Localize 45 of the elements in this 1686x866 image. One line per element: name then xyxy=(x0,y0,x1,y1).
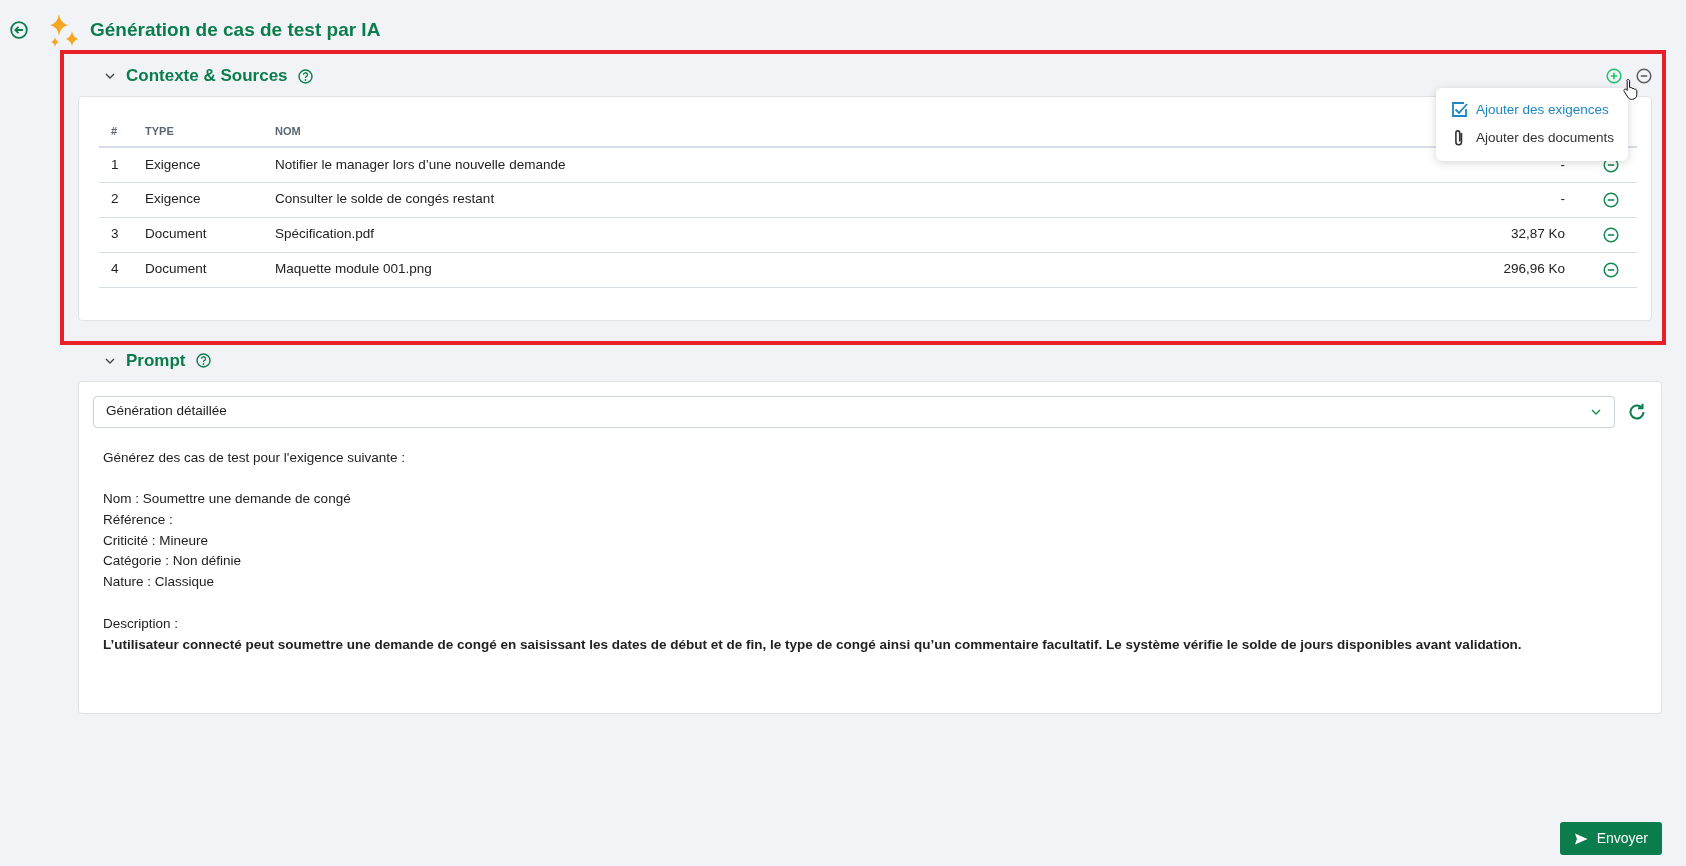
table-cell: 32,87 Ko xyxy=(1510,226,1565,242)
column-header: NOM xyxy=(275,125,301,138)
menu-item[interactable]: Ajouter des exigences xyxy=(1435,96,1623,125)
table-cell: - xyxy=(1560,156,1565,172)
prompt-text: Nom : Soumettre une demande de congé xyxy=(103,490,352,509)
table-cell: Maquette module 001.png xyxy=(275,261,432,277)
table-cell: Spécification.pdf xyxy=(275,226,375,242)
send-icon xyxy=(1573,831,1588,846)
table-cell: - xyxy=(1560,191,1565,207)
table-cell: 3 xyxy=(111,226,119,242)
refresh-icon[interactable] xyxy=(1627,401,1647,422)
table-cell: Consulter le solde de congés restant xyxy=(275,191,495,207)
prompt-text: Référence : xyxy=(103,510,174,529)
table-cell: 4 xyxy=(111,261,119,277)
column-header: TYPE xyxy=(145,125,174,138)
section-title: Contexte & Sources xyxy=(126,65,288,88)
prompt-text: Générez des cas de test pour l'exigence suivante : xyxy=(103,448,406,467)
page-title: Génération de cas de test par IA xyxy=(90,17,381,42)
section-title: Prompt xyxy=(126,349,186,372)
table-cell: Exigence xyxy=(145,156,201,172)
help-icon[interactable] xyxy=(195,353,211,368)
remove-icon[interactable] xyxy=(1603,261,1619,278)
prompt-text: L’utilisateur connecté peut soumettre une demande de congé en saisissant les dates de début et de fin, le type de congé ainsi qu’un commentaire facultatif. Le système vérifie le solde de jours disponibles avant validation. xyxy=(103,635,1523,654)
table-cell: 1 xyxy=(111,156,119,172)
help-icon[interactable] xyxy=(297,68,313,84)
prompt-text: Criticité : Mineure xyxy=(103,531,210,550)
send-button[interactable]: Envoyer xyxy=(1559,822,1662,855)
table-cell: Document xyxy=(145,261,207,277)
menu-item[interactable]: Ajouter des documents xyxy=(1435,124,1628,153)
table-cell: 296,96 Ko xyxy=(1503,261,1565,277)
prompt-text: Description : xyxy=(103,614,180,633)
remove-icon[interactable] xyxy=(1603,191,1619,208)
back-icon[interactable] xyxy=(10,21,28,39)
prompt-text: Nature : Classique xyxy=(103,573,216,592)
column-header: # xyxy=(111,125,118,138)
table-cell: Exigence xyxy=(145,191,201,207)
checkbox-icon xyxy=(1449,101,1468,120)
prompt-text: Catégorie : Non définie xyxy=(103,552,243,571)
select-value: Génération détaillée xyxy=(106,402,227,421)
remove-icon[interactable] xyxy=(1636,68,1652,84)
table-cell: Document xyxy=(145,226,207,242)
table-cell: Notifier le manager lors d’une nouvelle demande xyxy=(275,156,566,172)
table-cell: 2 xyxy=(111,191,119,207)
remove-icon[interactable] xyxy=(1603,226,1619,243)
template-select[interactable]: Génération détaillée xyxy=(93,395,1615,428)
